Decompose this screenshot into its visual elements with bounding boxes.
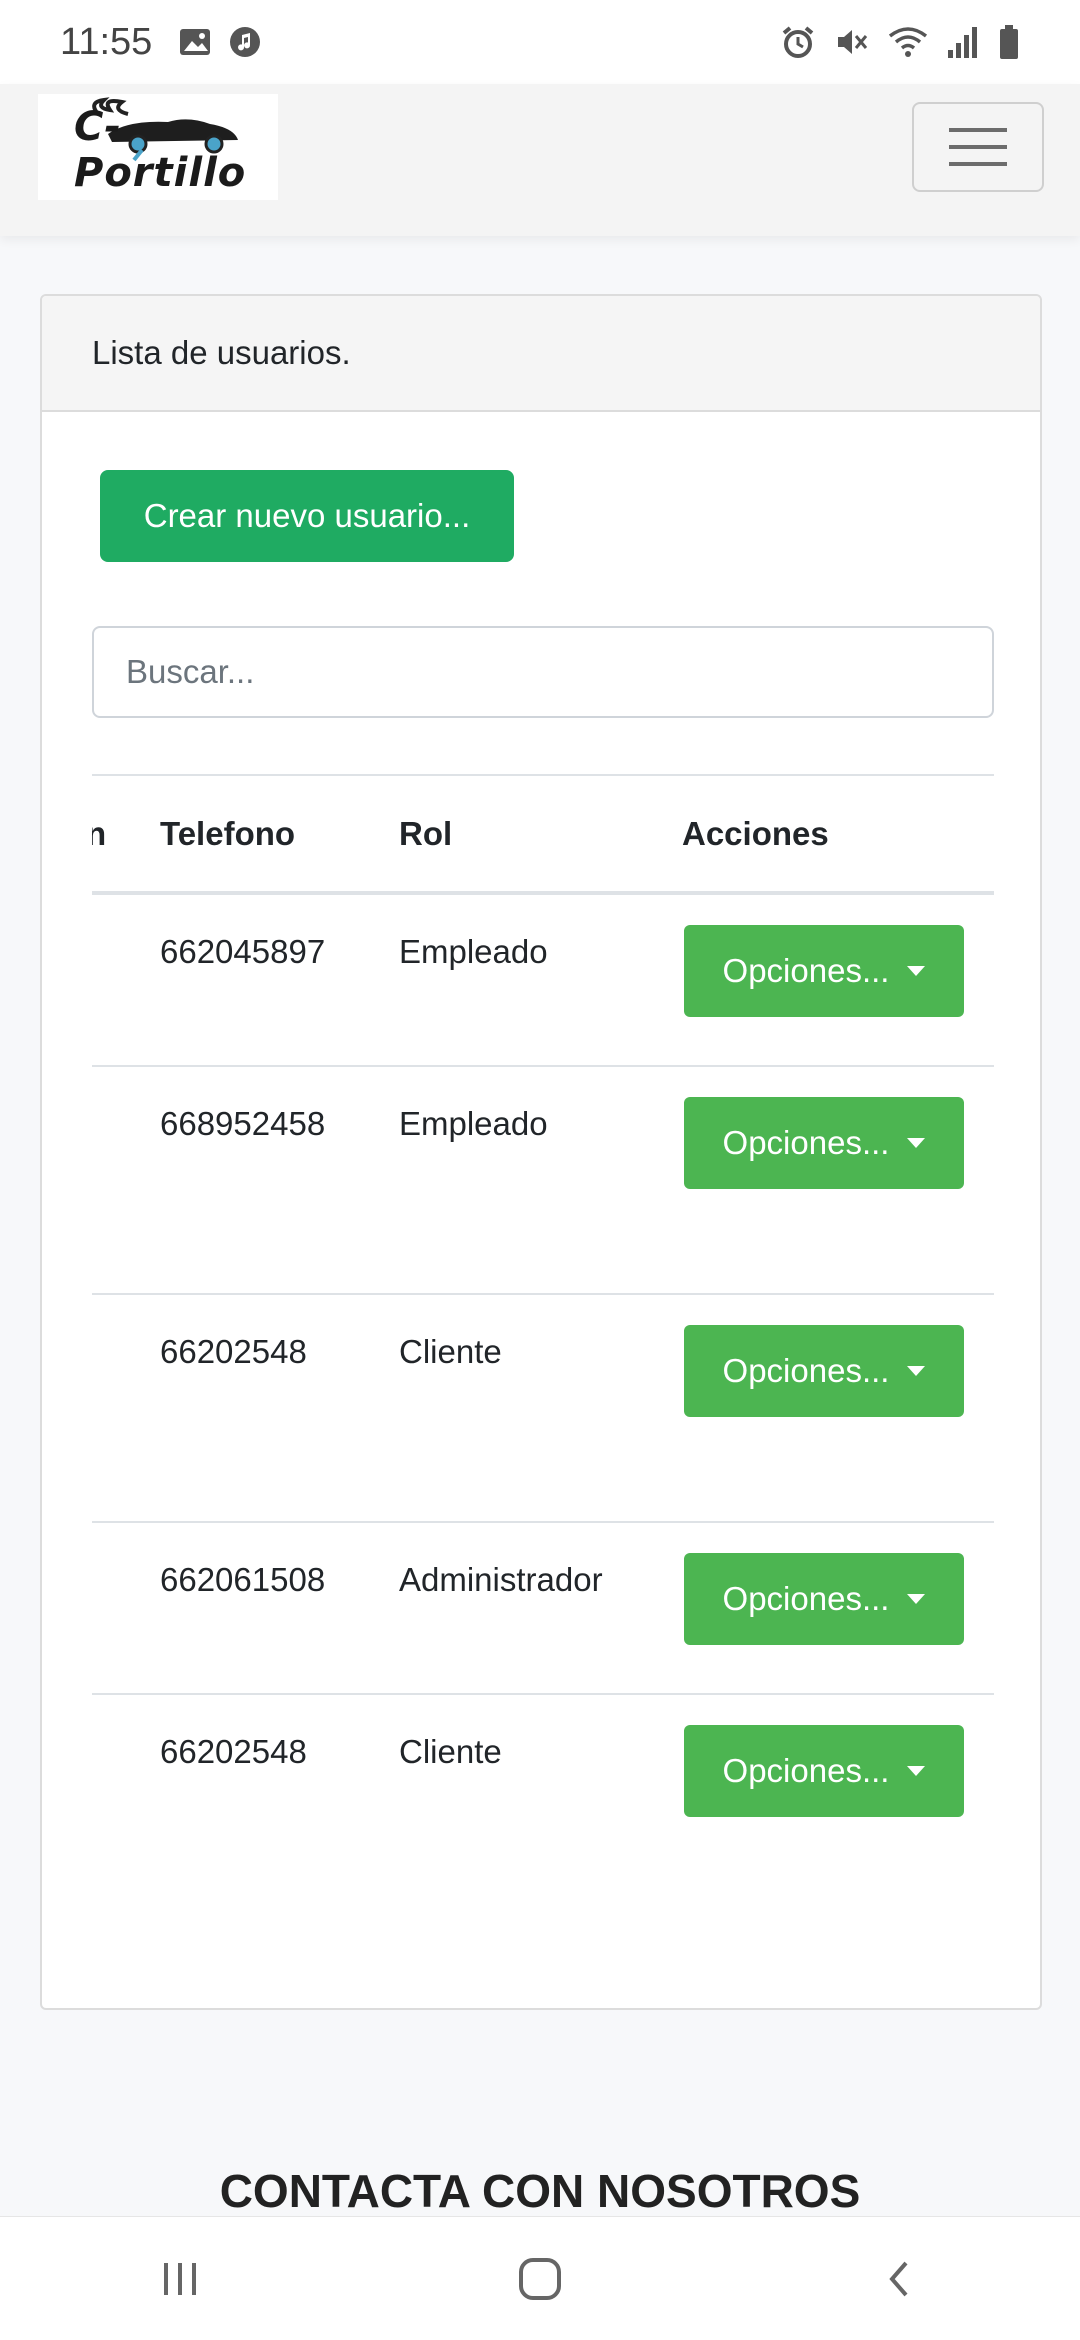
- card-title: Lista de usuarios.: [92, 334, 351, 371]
- caret-down-icon: [907, 1138, 926, 1148]
- alarm-icon: [780, 24, 816, 60]
- status-time: 11:55: [60, 20, 153, 63]
- users-card: Lista de usuarios. Crear nuevo usuario..…: [40, 294, 1042, 2010]
- column-header-rol: Rol: [399, 815, 453, 852]
- navbar: C-Portillo: [0, 84, 1080, 236]
- caret-down-icon: [907, 966, 926, 976]
- hamburger-icon-line: [949, 162, 1007, 166]
- options-dropdown-button[interactable]: Opciones...: [684, 1325, 964, 1417]
- card-header: Lista de usuarios.: [42, 296, 1040, 412]
- caret-down-icon: [907, 1594, 926, 1604]
- status-icons: [780, 24, 1020, 60]
- brand-name: C-Portillo: [74, 104, 247, 196]
- gallery-icon: [178, 25, 212, 59]
- cell-telefono: 662045897: [160, 933, 326, 970]
- cell-rol: Empleado: [399, 933, 548, 970]
- column-header-acciones: Acciones: [682, 815, 829, 852]
- battery-icon: [998, 24, 1020, 60]
- caret-down-icon: [907, 1366, 926, 1376]
- mute-icon: [834, 24, 870, 60]
- cell-telefono: 66202548: [160, 1333, 307, 1370]
- cell-rol: Administrador: [399, 1561, 603, 1598]
- recent-apps-button[interactable]: [120, 2229, 240, 2329]
- cell-telefono: 662061508: [160, 1561, 326, 1598]
- music-icon: [228, 25, 262, 59]
- options-label: Opciones...: [722, 1580, 890, 1617]
- hamburger-icon-line: [949, 145, 1007, 149]
- options-dropdown-button[interactable]: Opciones...: [684, 925, 964, 1017]
- table-row: 668952458 Empleado Opciones...: [92, 1067, 994, 1295]
- table-row: 662045897 Empleado Opciones...: [92, 895, 994, 1067]
- back-button[interactable]: [840, 2229, 960, 2329]
- contact-heading: CONTACTA CON NOSOTROS: [219, 2165, 861, 2217]
- column-header-telefono: Telefono: [160, 815, 296, 852]
- home-button[interactable]: [480, 2229, 600, 2329]
- options-dropdown-button[interactable]: Opciones...: [684, 1725, 964, 1817]
- create-user-button[interactable]: Crear nuevo usuario...: [100, 470, 514, 562]
- home-icon: [519, 2257, 561, 2300]
- cell-rol: Cliente: [399, 1333, 502, 1370]
- options-label: Opciones...: [722, 952, 890, 989]
- system-navigation-bar: [0, 2216, 1080, 2340]
- hamburger-icon-line: [949, 128, 1007, 132]
- cell-rol: Cliente: [399, 1733, 502, 1770]
- table-row: 662061508 Administrador Opciones...: [92, 1523, 994, 1695]
- signal-icon: [946, 24, 980, 60]
- options-label: Opciones...: [722, 1752, 890, 1789]
- brand-logo[interactable]: C-Portillo: [38, 94, 278, 200]
- options-label: Opciones...: [722, 1352, 890, 1389]
- options-label: Opciones...: [722, 1124, 890, 1161]
- search-input[interactable]: [92, 626, 994, 718]
- cell-telefono: 66202548: [160, 1733, 307, 1770]
- table-row: 66202548 Cliente Opciones...: [92, 1695, 994, 1855]
- table-row: 66202548 Cliente Opciones...: [92, 1295, 994, 1523]
- recent-apps-icon: [164, 2262, 196, 2295]
- cell-rol: Empleado: [399, 1105, 548, 1142]
- column-header-truncated: n: [92, 776, 106, 892]
- cell-telefono: 668952458: [160, 1105, 326, 1142]
- users-table[interactable]: n Telefono Rol Acciones 662045897 Emplea…: [92, 774, 994, 1874]
- wifi-icon: [888, 24, 928, 60]
- caret-down-icon: [907, 1766, 926, 1776]
- status-bar: 11:55: [0, 0, 1080, 84]
- options-dropdown-button[interactable]: Opciones...: [684, 1097, 964, 1189]
- menu-toggle-button[interactable]: [912, 102, 1044, 192]
- back-icon: [889, 2261, 908, 2296]
- options-dropdown-button[interactable]: Opciones...: [684, 1553, 964, 1645]
